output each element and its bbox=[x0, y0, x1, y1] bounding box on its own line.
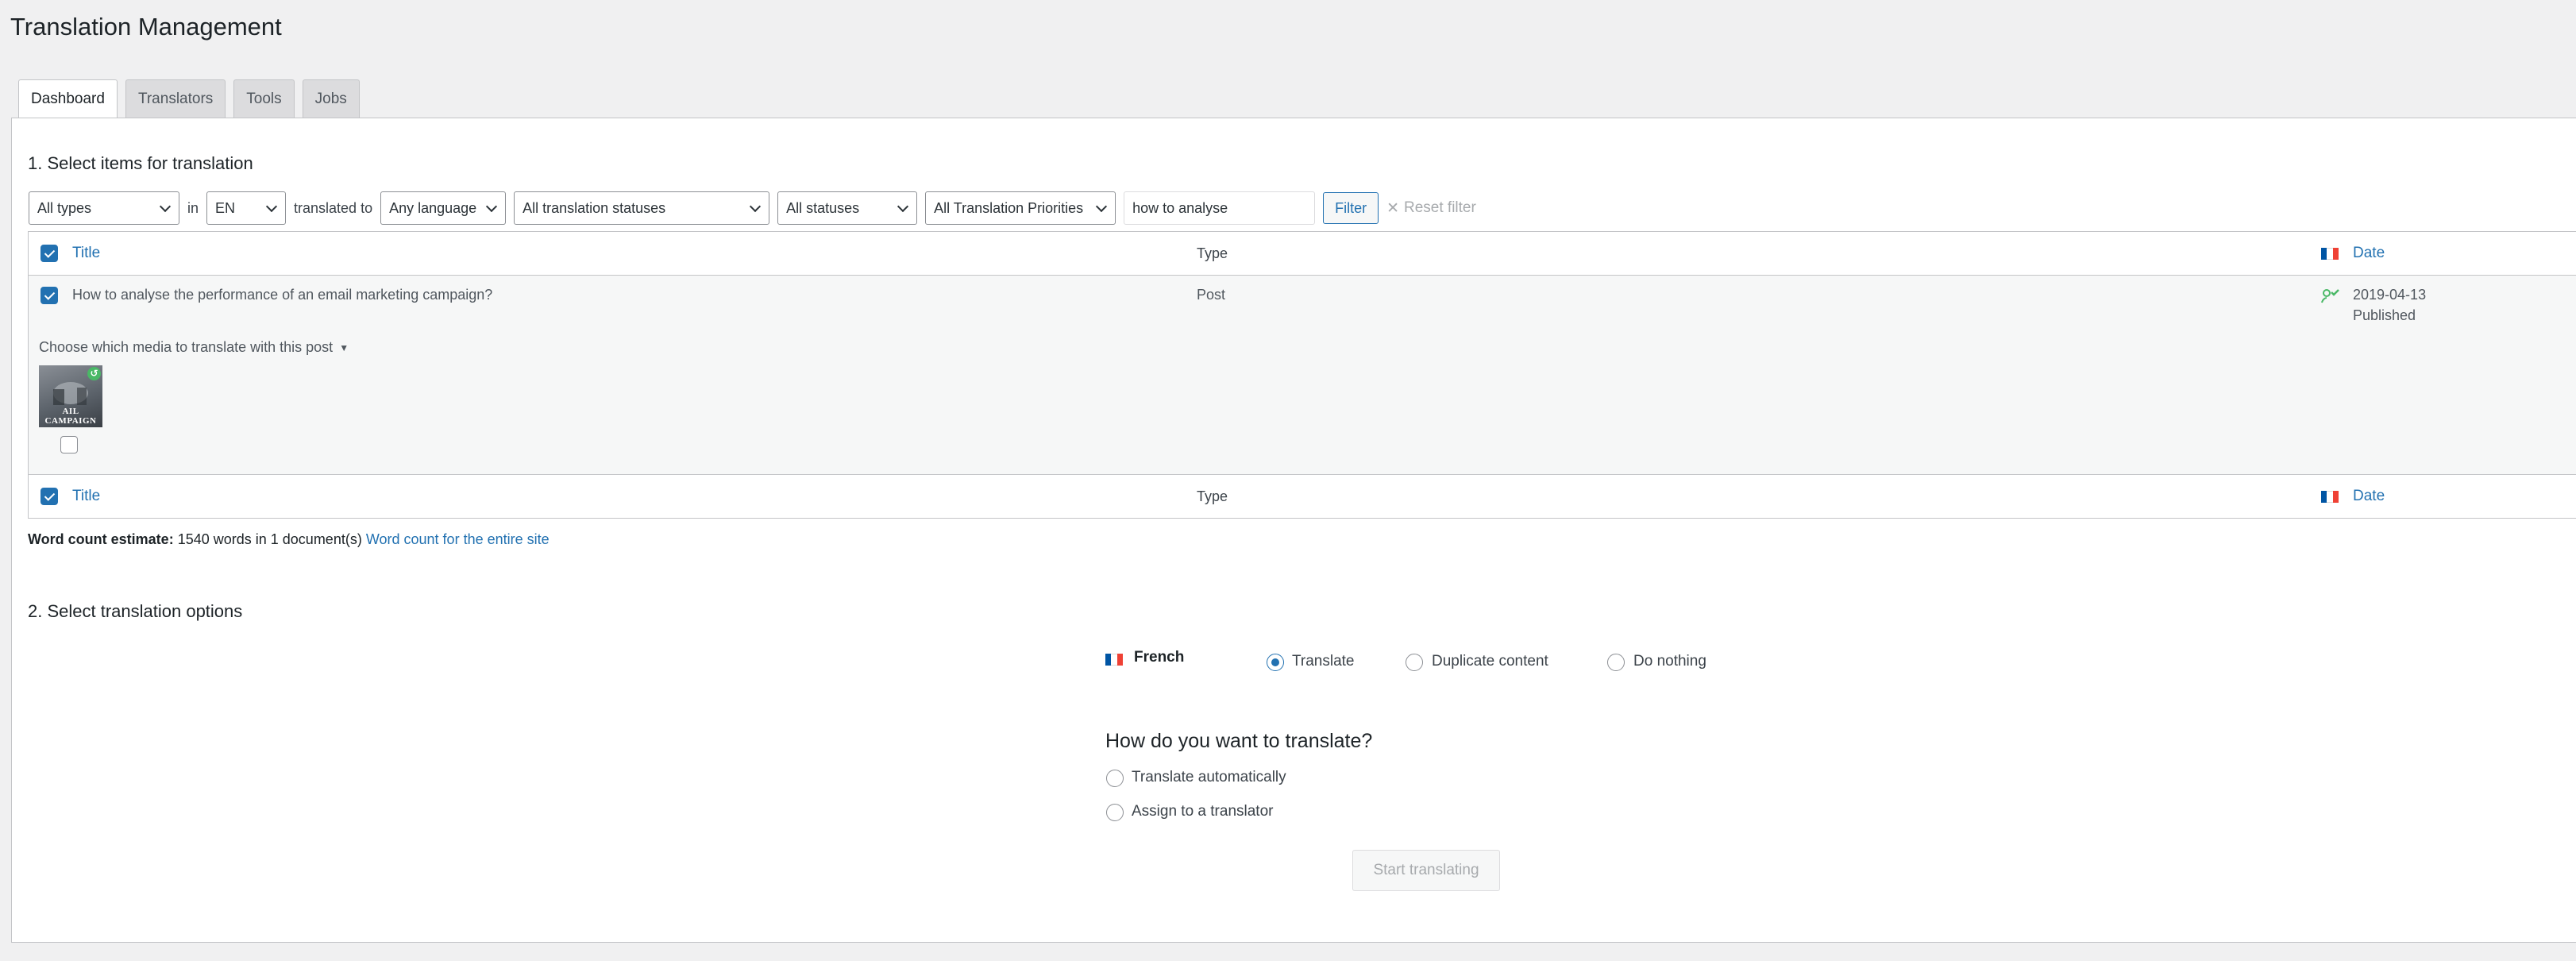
row-date: 2019-04-13 bbox=[2353, 287, 2427, 303]
media-caption: AIL CAMPAIGN bbox=[44, 407, 97, 426]
in-label: in bbox=[187, 199, 199, 216]
translated-badge-icon: ↺ bbox=[87, 367, 101, 380]
page-title: Translation Management bbox=[10, 13, 282, 41]
word-count-value: 1540 words in 1 document(s) bbox=[177, 531, 362, 547]
translation-status-icon bbox=[2320, 287, 2339, 310]
priority-select[interactable]: All Translation Priorities bbox=[925, 191, 1116, 225]
table-footer: Title Type Date bbox=[29, 475, 2576, 518]
source-language-select[interactable]: EN bbox=[206, 191, 287, 225]
reset-filter-link[interactable]: ✕ Reset filter bbox=[1386, 199, 1476, 218]
row-title: How to analyse the performance of an ema… bbox=[72, 287, 493, 303]
media-checkbox[interactable] bbox=[60, 436, 78, 453]
radio-translate[interactable] bbox=[1267, 654, 1284, 671]
column-title-footer[interactable]: Title bbox=[72, 488, 100, 505]
french-flag-icon bbox=[2321, 491, 2339, 503]
dashboard-panel: 1. Select items for translation All type… bbox=[11, 118, 2576, 943]
media-thumbnail: ↺ AIL CAMPAIGN bbox=[39, 365, 102, 427]
tab-translators[interactable]: Translators bbox=[125, 79, 226, 118]
radio-do-nothing-label: Do nothing bbox=[1633, 653, 1706, 670]
column-type-footer: Type bbox=[1197, 488, 1228, 504]
translated-to-label: translated to bbox=[294, 199, 373, 216]
select-all-checkbox-footer[interactable] bbox=[40, 488, 58, 505]
reset-filter-label: Reset filter bbox=[1404, 199, 1476, 216]
post-status-select[interactable]: All statuses bbox=[777, 191, 918, 225]
tab-dashboard[interactable]: Dashboard bbox=[18, 79, 118, 119]
radio-duplicate-content-label: Duplicate content bbox=[1432, 653, 1548, 670]
word-count: Word count estimate: 1540 words in 1 doc… bbox=[28, 531, 550, 548]
french-flag-icon bbox=[2321, 248, 2339, 260]
radio-translate-automatically-label: Translate automatically bbox=[1132, 769, 1286, 785]
row-type: Post bbox=[1197, 287, 1226, 303]
radio-duplicate-content[interactable] bbox=[1406, 654, 1423, 671]
table-header: Title Type Date bbox=[29, 232, 2576, 275]
column-title-header[interactable]: Title bbox=[72, 245, 100, 262]
select-all-checkbox[interactable] bbox=[40, 245, 58, 262]
radio-translate-label: Translate bbox=[1292, 653, 1355, 670]
target-language-select[interactable]: Any language bbox=[380, 191, 507, 225]
tab-tools[interactable]: Tools bbox=[233, 79, 295, 118]
column-date-header[interactable]: Date bbox=[2353, 245, 2385, 262]
tab-bar: Dashboard Translators Tools Jobs bbox=[18, 79, 360, 119]
start-translating-button[interactable]: Start translating bbox=[1352, 850, 1500, 891]
caret-down-icon: ▼ bbox=[339, 342, 349, 353]
section-title-select-items: 1. Select items for translation bbox=[28, 153, 253, 173]
column-type-header: Type bbox=[1197, 245, 1228, 261]
filter-button[interactable]: Filter bbox=[1323, 192, 1379, 224]
tab-jobs[interactable]: Jobs bbox=[302, 79, 360, 118]
how-to-translate-title: How do you want to translate? bbox=[1105, 730, 1373, 752]
table-row: How to analyse the performance of an ema… bbox=[29, 275, 2576, 475]
close-icon: ✕ bbox=[1386, 199, 1399, 217]
word-count-label: Word count estimate: bbox=[28, 531, 174, 547]
radio-do-nothing[interactable] bbox=[1607, 654, 1625, 671]
media-toggle[interactable]: Choose which media to translate with thi… bbox=[39, 339, 349, 356]
column-date-footer[interactable]: Date bbox=[2353, 488, 2385, 505]
row-status: Published bbox=[2353, 307, 2416, 323]
radio-assign-translator-label: Assign to a translator bbox=[1132, 803, 1274, 820]
row-checkbox[interactable] bbox=[40, 287, 58, 304]
radio-translate-automatically[interactable] bbox=[1106, 770, 1124, 787]
type-select[interactable]: All types bbox=[29, 191, 179, 225]
target-language-label: French bbox=[1134, 649, 1185, 666]
radio-assign-translator[interactable] bbox=[1106, 804, 1124, 821]
translation-status-select[interactable]: All translation statuses bbox=[514, 191, 770, 225]
media-toggle-label: Choose which media to translate with thi… bbox=[39, 339, 334, 355]
items-table: Title Type Date How to analyse the perfo… bbox=[28, 231, 2576, 519]
french-flag-icon bbox=[1105, 654, 1123, 666]
filter-bar: All types in EN translated to Any langua… bbox=[29, 191, 1476, 225]
word-count-site-link[interactable]: Word count for the entire site bbox=[366, 531, 550, 547]
section-title-translation-options: 2. Select translation options bbox=[28, 601, 243, 621]
search-input[interactable] bbox=[1124, 191, 1316, 225]
